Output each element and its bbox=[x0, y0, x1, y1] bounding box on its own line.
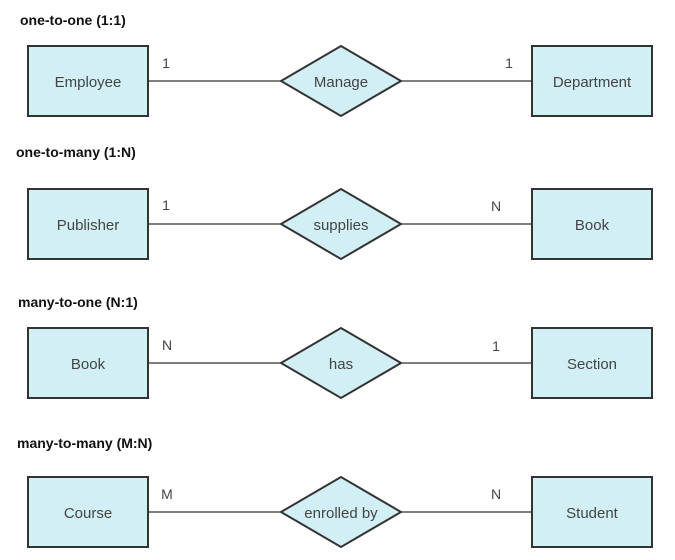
entity-label: Employee bbox=[55, 74, 122, 91]
relationship-row-many-to-many: many-to-many (M:N) Course enrolled by St… bbox=[17, 435, 653, 549]
cardinality-right: 1 bbox=[492, 338, 500, 354]
section-title: one-to-one (1:1) bbox=[20, 12, 126, 28]
entity-label: Student bbox=[566, 505, 619, 522]
section-title: many-to-one (N:1) bbox=[18, 294, 138, 310]
er-diagram: one-to-one (1:1) Employee Manage Departm… bbox=[16, 12, 653, 549]
relationship-row-many-to-one: many-to-one (N:1) Book has Section N 1 bbox=[18, 294, 653, 400]
entity-label: Department bbox=[553, 74, 632, 91]
relationship-label: enrolled by bbox=[304, 505, 378, 522]
cardinality-right: 1 bbox=[505, 55, 513, 71]
relationship-row-one-to-many: one-to-many (1:N) Publisher supplies Boo… bbox=[16, 144, 653, 261]
section-title: many-to-many (M:N) bbox=[17, 435, 152, 451]
cardinality-left: N bbox=[162, 337, 172, 353]
entity-label: Section bbox=[567, 356, 617, 373]
relationship-label: has bbox=[329, 356, 353, 373]
cardinality-left: 1 bbox=[162, 55, 170, 71]
relationship-label: Manage bbox=[314, 74, 368, 91]
entity-label: Course bbox=[64, 505, 112, 522]
entity-label: Book bbox=[71, 356, 106, 373]
cardinality-left: 1 bbox=[162, 197, 170, 213]
relationship-label: supplies bbox=[313, 217, 368, 234]
relationship-row-one-to-one: one-to-one (1:1) Employee Manage Departm… bbox=[20, 12, 653, 118]
cardinality-right: N bbox=[491, 486, 501, 502]
section-title: one-to-many (1:N) bbox=[16, 144, 136, 160]
cardinality-left: M bbox=[161, 486, 173, 502]
cardinality-right: N bbox=[491, 198, 501, 214]
entity-label: Publisher bbox=[57, 217, 120, 234]
entity-label: Book bbox=[575, 217, 610, 234]
